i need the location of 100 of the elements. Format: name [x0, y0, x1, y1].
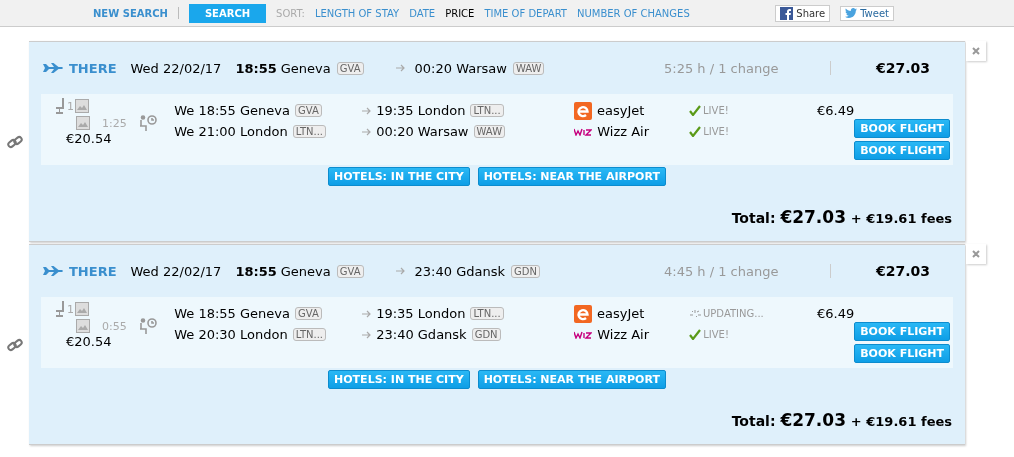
waiting-person-icon: [138, 318, 157, 334]
image-icon: [76, 116, 90, 130]
spinner-icon: [689, 309, 701, 318]
bird-icon: [845, 8, 858, 18]
image-icon: [75, 302, 89, 316]
check-icon: [689, 105, 701, 116]
image-icon: [76, 319, 90, 333]
sort-label: SORT:: [276, 7, 305, 19]
price-text: €27.03: [875, 263, 931, 279]
airline-name: Wizz Air: [597, 124, 649, 139]
sort-option[interactable]: PRICE: [445, 7, 475, 19]
total-price: €27.03: [780, 410, 846, 430]
status-text: LIVE!: [703, 126, 729, 137]
direction-label: THERE: [69, 263, 117, 279]
close-button[interactable]: [966, 41, 986, 61]
layover-time: 1:25: [102, 116, 127, 130]
image-icon: [75, 99, 89, 113]
seat-icon: [54, 98, 66, 114]
direction-label: THERE: [69, 60, 117, 76]
arrow-icon: [395, 64, 405, 72]
price-text: €27.03: [875, 60, 931, 76]
segment-departure: We 18:55 Geneva: [174, 306, 290, 321]
close-button[interactable]: [966, 244, 986, 264]
status-text: LIVE!: [703, 329, 729, 340]
sort-option[interactable]: NUMBER OF CHANGES: [577, 7, 690, 19]
segment-price: €6.49: [816, 103, 855, 118]
fees-text: + €19.61 fees: [850, 211, 952, 226]
facebook-icon: [780, 6, 794, 20]
status-text: UPDATING...: [703, 308, 764, 319]
base-price: €20.54: [66, 131, 113, 146]
airline-name: easyJet: [597, 103, 645, 118]
airline-logo-icon: [574, 304, 593, 323]
tweet-button[interactable]: Tweet: [840, 5, 894, 21]
book-flight-button[interactable]: BOOK FLIGHT: [854, 119, 950, 138]
departure-city: Geneva: [280, 263, 331, 279]
seat-icon: [54, 301, 66, 317]
airport-code: WAW: [473, 125, 506, 138]
departure-time: 18:55: [235, 263, 277, 279]
sort-option[interactable]: TIME OF DEPART: [484, 7, 567, 19]
arrow-icon: [362, 127, 372, 136]
segment-price: €6.49: [816, 306, 855, 321]
arrow-icon: [362, 330, 372, 339]
check-icon: [689, 329, 702, 340]
airport-code: GVA: [336, 61, 364, 75]
date-text: Wed 22/02/17: [130, 60, 222, 76]
plane-icon: [43, 266, 63, 276]
share-button[interactable]: Share: [775, 4, 831, 22]
new-search-link[interactable]: NEW SEARCH: [93, 7, 168, 19]
sort-option[interactable]: DATE: [409, 7, 436, 19]
airport-code: LTN...: [292, 125, 326, 138]
airline-name: Wizz Air: [597, 327, 649, 342]
segment-arrival: 00:20 Warsaw: [376, 124, 469, 139]
check-icon: [689, 126, 702, 137]
book-flight-button[interactable]: BOOK FLIGHT: [854, 141, 950, 160]
search-button[interactable]: SEARCH: [188, 3, 267, 23]
airport-code: LTN...: [470, 104, 504, 117]
airport-code: WAW: [512, 61, 545, 75]
airport-code: LTN...: [292, 328, 326, 341]
airline-logo-icon: [574, 101, 593, 120]
arrow-icon: [395, 267, 405, 275]
total-price: €27.03: [780, 207, 846, 227]
duration-text: 4:45 h / 1 change: [664, 263, 780, 279]
hotels-button[interactable]: HOTELS: IN THE CITY: [328, 370, 470, 389]
date-text: Wed 22/02/17: [130, 263, 222, 279]
hotels-button[interactable]: HOTELS: NEAR THE AIRPORT: [477, 370, 666, 389]
airline-logo-icon: [574, 330, 593, 339]
sort-option[interactable]: LENGTH OF STAY: [314, 7, 400, 19]
airport-code: GVA: [295, 104, 322, 117]
total-label: Total:: [731, 413, 776, 429]
layover-time: 0:55: [102, 319, 127, 333]
hotels-button[interactable]: HOTELS: IN THE CITY: [328, 167, 470, 186]
stops-count: 1: [67, 302, 74, 316]
segment-arrival: 19:35 London: [376, 306, 466, 321]
link-icon[interactable]: [7, 338, 23, 352]
duration-text: 5:25 h / 1 change: [664, 60, 780, 76]
book-flight-button[interactable]: BOOK FLIGHT: [854, 344, 950, 363]
airport-code: GDN: [471, 328, 501, 341]
book-flight-button[interactable]: BOOK FLIGHT: [854, 322, 950, 341]
link-icon[interactable]: [7, 135, 23, 149]
arrow-icon: [362, 106, 372, 115]
fees-text: + €19.61 fees: [850, 414, 952, 429]
airline-name: easyJet: [597, 306, 645, 321]
segment-departure: We 20:30 London: [174, 327, 288, 342]
segment-arrival: 19:35 London: [376, 103, 466, 118]
airport-code: GVA: [295, 307, 322, 320]
arrow-icon: [362, 309, 372, 318]
close-icon: [972, 47, 980, 55]
airport-code: GVA: [336, 264, 364, 278]
segment-arrival: 23:40 Gdansk: [376, 327, 467, 342]
close-icon: [972, 250, 980, 258]
total-label: Total:: [731, 210, 776, 226]
base-price: €20.54: [66, 334, 113, 349]
stops-count: 1: [67, 99, 74, 113]
arrival-text: 00:20 Warsaw: [414, 60, 507, 76]
plane-icon: [43, 63, 63, 73]
status-text: LIVE!: [703, 105, 729, 116]
waiting-person-icon: [138, 115, 157, 131]
arrival-text: 23:40 Gdansk: [414, 263, 505, 279]
airport-code: LTN...: [470, 307, 504, 320]
hotels-button[interactable]: HOTELS: NEAR THE AIRPORT: [477, 167, 666, 186]
